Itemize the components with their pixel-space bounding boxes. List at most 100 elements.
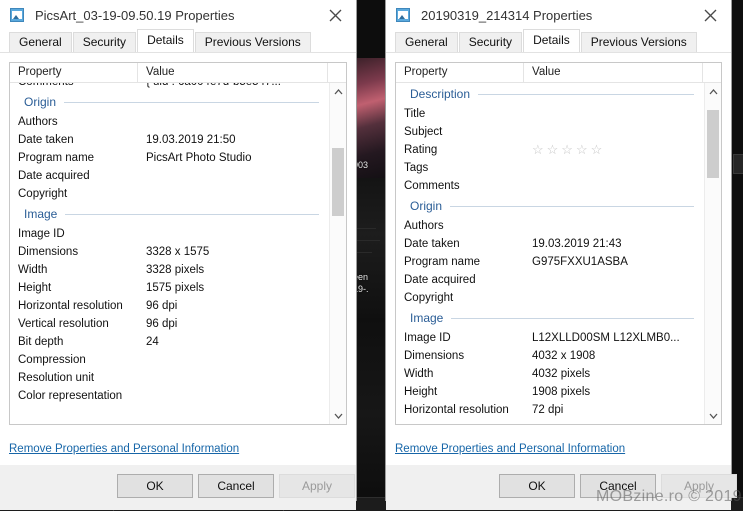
column-header-value[interactable]: Value — [138, 63, 328, 83]
property-list-header: Property Value — [10, 63, 346, 83]
property-value[interactable]: { uid : 6a004e7d-b5e547... — [138, 83, 329, 88]
vertical-scrollbar[interactable] — [704, 83, 721, 424]
property-row[interactable]: Height 1575 pixels — [10, 279, 329, 297]
remove-properties-link[interactable]: Remove Properties and Personal Informati… — [9, 443, 239, 455]
property-name: Authors — [18, 116, 58, 128]
property-value[interactable]: 1908 pixels — [524, 386, 704, 398]
property-row[interactable]: Resolution unit — [10, 369, 329, 387]
tab-security[interactable]: Security — [72, 32, 137, 53]
property-row[interactable]: Subject — [396, 123, 704, 141]
property-row[interactable]: Tags — [396, 159, 704, 177]
property-name: Dimensions — [18, 246, 79, 258]
property-value[interactable]: 4032 x 1908 — [524, 350, 704, 362]
property-value[interactable]: L12XLLD00SM L12XLMB0... — [524, 332, 704, 344]
rating-stars[interactable]: ☆☆☆☆☆ — [524, 141, 704, 159]
property-row[interactable]: Date acquired — [396, 271, 704, 289]
property-row[interactable]: Height 1908 pixels — [396, 383, 704, 401]
cancel-button[interactable]: Cancel — [580, 474, 656, 498]
property-value[interactable]: 72 dpi — [524, 404, 704, 416]
property-row[interactable]: Dimensions 3328 x 1575 — [10, 243, 329, 261]
tab-general[interactable]: General — [9, 32, 72, 53]
property-row[interactable]: Title — [396, 105, 704, 123]
property-row[interactable]: Bit depth 24 — [10, 333, 329, 351]
property-value[interactable]: 4032 pixels — [524, 368, 704, 380]
star-icon-group[interactable]: ☆☆☆☆☆ — [532, 141, 605, 159]
dialog-footer: OK Cancel Apply — [0, 465, 356, 510]
scroll-up-arrow-icon[interactable] — [330, 83, 346, 100]
property-value[interactable]: 19.03.2019 21:50 — [138, 134, 329, 146]
scroll-down-arrow-icon[interactable] — [705, 407, 721, 424]
scrollbar-thumb[interactable] — [707, 110, 719, 179]
property-group-header: Image — [10, 203, 329, 225]
property-row[interactable]: Image ID L12XLLD00SM L12XLMB0... — [396, 329, 704, 347]
property-row[interactable]: Compression — [10, 351, 329, 369]
ok-button[interactable]: OK — [117, 474, 193, 498]
property-row[interactable]: Image ID — [10, 225, 329, 243]
property-value[interactable]: 3328 pixels — [138, 264, 329, 276]
property-value[interactable]: 19.03.2019 21:43 — [524, 238, 704, 250]
close-icon[interactable] — [689, 0, 731, 30]
property-value[interactable]: 3328 x 1575 — [138, 246, 329, 258]
scrollbar-thumb[interactable] — [332, 147, 344, 216]
group-divider — [478, 93, 694, 95]
titlebar[interactable]: PicsArt_03-19-09.50.19 Properties — [0, 0, 356, 30]
property-row[interactable]: Width 4032 pixels — [396, 365, 704, 383]
property-row[interactable]: Program name G975FXXU1ASBA — [396, 253, 704, 271]
property-row[interactable]: Dimensions 4032 x 1908 — [396, 347, 704, 365]
property-row[interactable]: Copyright — [10, 185, 329, 203]
property-name: Date taken — [404, 238, 460, 250]
screenshot-root: 903 een 19-. PicsArt_03-19-09.50.19 Proper… — [0, 0, 743, 511]
tab-details[interactable]: Details — [137, 29, 194, 52]
property-row[interactable]: Width 3328 pixels — [10, 261, 329, 279]
cancel-button[interactable]: Cancel — [198, 474, 274, 498]
property-value[interactable]: 96 dpi — [138, 318, 329, 330]
property-rows: Description Title Subject Rating ☆☆☆☆☆ Tags Co… — [396, 83, 704, 419]
property-group-header: Description — [396, 83, 704, 105]
property-name: Image ID — [18, 228, 65, 240]
property-value[interactable]: G975FXXU1ASBA — [524, 256, 704, 268]
property-row[interactable]: Comments — [396, 177, 704, 195]
property-row[interactable]: Rating ☆☆☆☆☆ — [396, 141, 704, 159]
property-row[interactable]: Date taken 19.03.2019 21:43 — [396, 235, 704, 253]
column-header-property[interactable]: Property — [396, 63, 524, 83]
tab-previous-versions[interactable]: Previous Versions — [580, 32, 697, 53]
properties-dialog-right: 20190319_214314 Properties General Securit… — [386, 0, 737, 510]
tab-general[interactable]: General — [395, 32, 458, 53]
property-name: Width — [404, 368, 434, 380]
apply-button: Apply — [661, 474, 737, 498]
column-header-property[interactable]: Property — [10, 63, 138, 83]
ok-button[interactable]: OK — [499, 474, 575, 498]
titlebar[interactable]: 20190319_214314 Properties — [386, 0, 731, 30]
property-list-viewport: Description Title Subject Rating ☆☆☆☆☆ Tags Co… — [396, 83, 704, 424]
property-name: Program name — [18, 152, 95, 164]
property-row[interactable]: Comments{ uid : 6a004e7d-b5e547... — [10, 83, 329, 91]
property-row[interactable]: Date taken 19.03.2019 21:50 — [10, 131, 329, 149]
tab-details[interactable]: Details — [523, 29, 580, 52]
tab-previous-versions[interactable]: Previous Versions — [194, 32, 311, 53]
scroll-down-arrow-icon[interactable] — [330, 407, 346, 424]
property-row[interactable]: Date acquired — [10, 167, 329, 185]
property-value[interactable]: 24 — [138, 336, 329, 348]
column-header-value[interactable]: Value — [524, 63, 703, 83]
property-group-label: Image — [24, 207, 58, 221]
remove-properties-link[interactable]: Remove Properties and Personal Informati… — [395, 443, 625, 455]
property-name: Comments — [10, 83, 138, 88]
property-row[interactable]: Color representation — [10, 387, 329, 405]
property-row[interactable]: Authors — [10, 113, 329, 131]
property-row[interactable]: Horizontal resolution 72 dpi — [396, 401, 704, 419]
property-group-label: Image — [410, 311, 444, 325]
property-row[interactable]: Program name PicsArt Photo Studio — [10, 149, 329, 167]
property-row[interactable]: Copyright — [396, 289, 704, 307]
property-list[interactable]: PropertyValueComments{ uid : 6a004e7d-b5… — [9, 62, 347, 425]
property-value[interactable]: 96 dpi — [138, 300, 329, 312]
close-icon[interactable] — [314, 0, 356, 30]
property-row[interactable]: Authors — [396, 217, 704, 235]
property-list[interactable]: Property Value Description Title Subject Rati… — [395, 62, 722, 425]
vertical-scrollbar[interactable] — [329, 83, 346, 424]
tab-security[interactable]: Security — [458, 32, 523, 53]
property-row[interactable]: Vertical resolution 96 dpi — [10, 315, 329, 333]
property-row[interactable]: Horizontal resolution 96 dpi — [10, 297, 329, 315]
scroll-up-arrow-icon[interactable] — [705, 83, 721, 100]
property-value[interactable]: PicsArt Photo Studio — [138, 152, 329, 164]
property-value[interactable]: 1575 pixels — [138, 282, 329, 294]
